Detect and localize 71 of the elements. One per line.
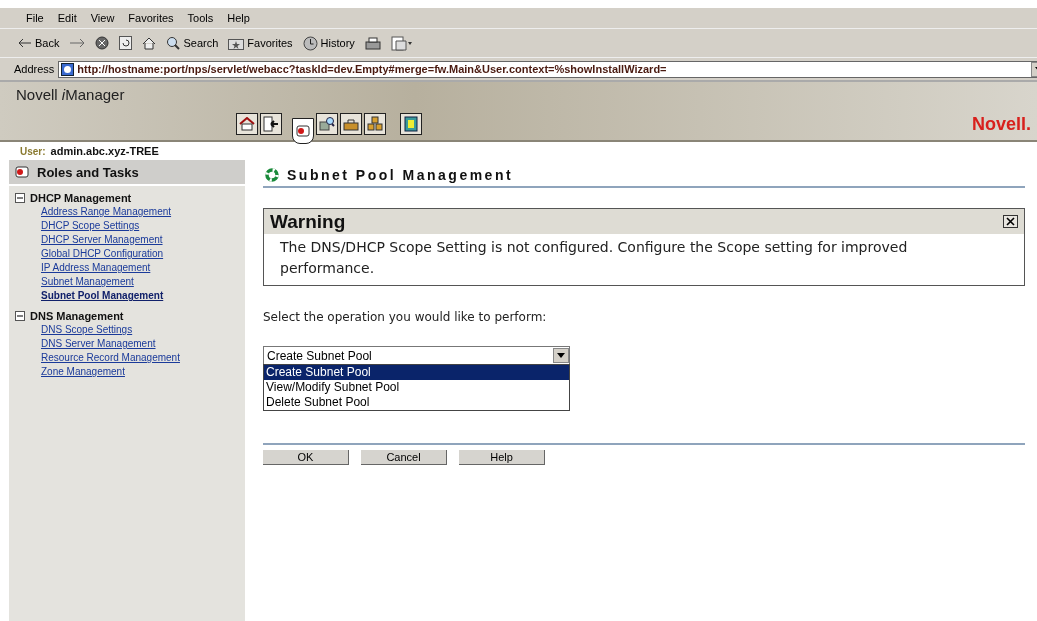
forward-arrow-icon[interactable] <box>69 38 86 48</box>
house-icon <box>239 117 255 131</box>
toolbar-button-label[interactable]: Back <box>35 37 60 49</box>
task-link[interactable]: Subnet Management <box>41 276 134 287</box>
sidebar-header[interactable]: Roles and Tasks <box>9 160 245 186</box>
door-arrow-icon <box>263 116 279 132</box>
warning-message: The DNS/DHCP Scope Setting is not configured. Configure the Scope setting for improved performance. <box>279 238 909 278</box>
task-link[interactable]: DHCP Server Management <box>41 234 163 245</box>
task-link[interactable]: DHCP Scope Settings <box>41 220 140 231</box>
form-button[interactable]: Help <box>459 450 545 465</box>
task-link[interactable]: Resource Record Management <box>41 352 180 363</box>
refresh-icon[interactable] <box>119 36 133 50</box>
task-link[interactable]: Global DHCP Configuration <box>41 248 164 259</box>
user-name: admin.abc.xyz-TREE <box>50 145 159 157</box>
stop-icon[interactable] <box>95 36 110 50</box>
task-link[interactable]: Subnet Pool Management <box>41 290 164 301</box>
header-tool-button[interactable] <box>236 113 258 135</box>
roles-icon <box>296 125 310 137</box>
group-title[interactable]: DNS Management <box>30 310 124 322</box>
document-edit-icon[interactable] <box>390 35 413 51</box>
address-label: Address <box>14 63 55 75</box>
group-title[interactable]: DHCP Management <box>30 192 132 204</box>
header-tool-button[interactable] <box>292 118 314 144</box>
header-tool-button[interactable] <box>316 113 338 135</box>
brand-logo: Novell. <box>971 113 1031 135</box>
dropdown-option[interactable]: Create Subnet Pool <box>264 365 569 380</box>
task-link[interactable]: IP Address Management <box>41 262 151 273</box>
prompt-text: Select the operation you would like to perform: <box>263 310 548 324</box>
warning-title: Warning <box>270 210 346 233</box>
menu-item[interactable]: Edit <box>57 12 77 24</box>
minus-icon <box>17 313 23 319</box>
address-field[interactable]: http://hostname:port/nps/servlet/webacc?taskId=dev.Empty#merge=fw.Main&User.context=%showInstallWizard= <box>58 60 1037 78</box>
home-icon[interactable] <box>142 36 157 50</box>
task-link[interactable]: Address Range Management <box>41 206 172 217</box>
header-tool-button[interactable] <box>260 113 282 135</box>
help-book-icon <box>404 116 418 132</box>
page-icon <box>61 62 75 76</box>
toolbox-icon <box>343 116 359 132</box>
roles-icon <box>15 166 29 178</box>
menu-item[interactable]: View <box>90 12 115 24</box>
task-link[interactable]: DNS Scope Settings <box>41 324 133 335</box>
header-tool-button[interactable] <box>364 113 386 135</box>
product-title: Novell iManager <box>15 85 126 105</box>
menu-item[interactable]: Favorites <box>128 12 174 24</box>
close-button[interactable] <box>1003 215 1018 228</box>
printer-icon[interactable] <box>364 36 381 50</box>
header-tool-button[interactable] <box>340 113 362 135</box>
user-label: User: <box>20 145 46 157</box>
form-button[interactable]: OK <box>263 450 349 465</box>
page-title: Subnet Pool Management <box>287 167 514 183</box>
toolbar-button-label[interactable]: History <box>320 37 355 49</box>
form-button[interactable]: Cancel <box>361 450 447 465</box>
menu-item[interactable]: File <box>26 12 44 24</box>
back-arrow-icon[interactable] <box>18 38 32 48</box>
caret-icon <box>557 353 565 358</box>
menu-item[interactable]: Help <box>227 12 250 24</box>
stacked-boxes-icon <box>367 116 383 132</box>
header-tool-button[interactable] <box>400 113 422 135</box>
search-icon[interactable] <box>166 36 181 50</box>
box-magnifier-icon <box>319 116 335 132</box>
collapse-toggle[interactable] <box>15 193 25 203</box>
minus-icon <box>17 195 23 201</box>
clock-icon[interactable] <box>302 35 318 51</box>
toolbar-button-label[interactable]: Favorites <box>247 37 293 49</box>
task-link[interactable]: Zone Management <box>41 366 125 377</box>
collapse-toggle[interactable] <box>15 311 25 321</box>
lifebuoy-icon <box>265 168 279 182</box>
sidebar-title: Roles and Tasks <box>37 164 139 180</box>
toolbar-button-label[interactable]: Search <box>183 37 219 49</box>
menu-item[interactable]: Tools <box>187 12 214 24</box>
task-link[interactable]: DNS Server Management <box>41 338 156 349</box>
